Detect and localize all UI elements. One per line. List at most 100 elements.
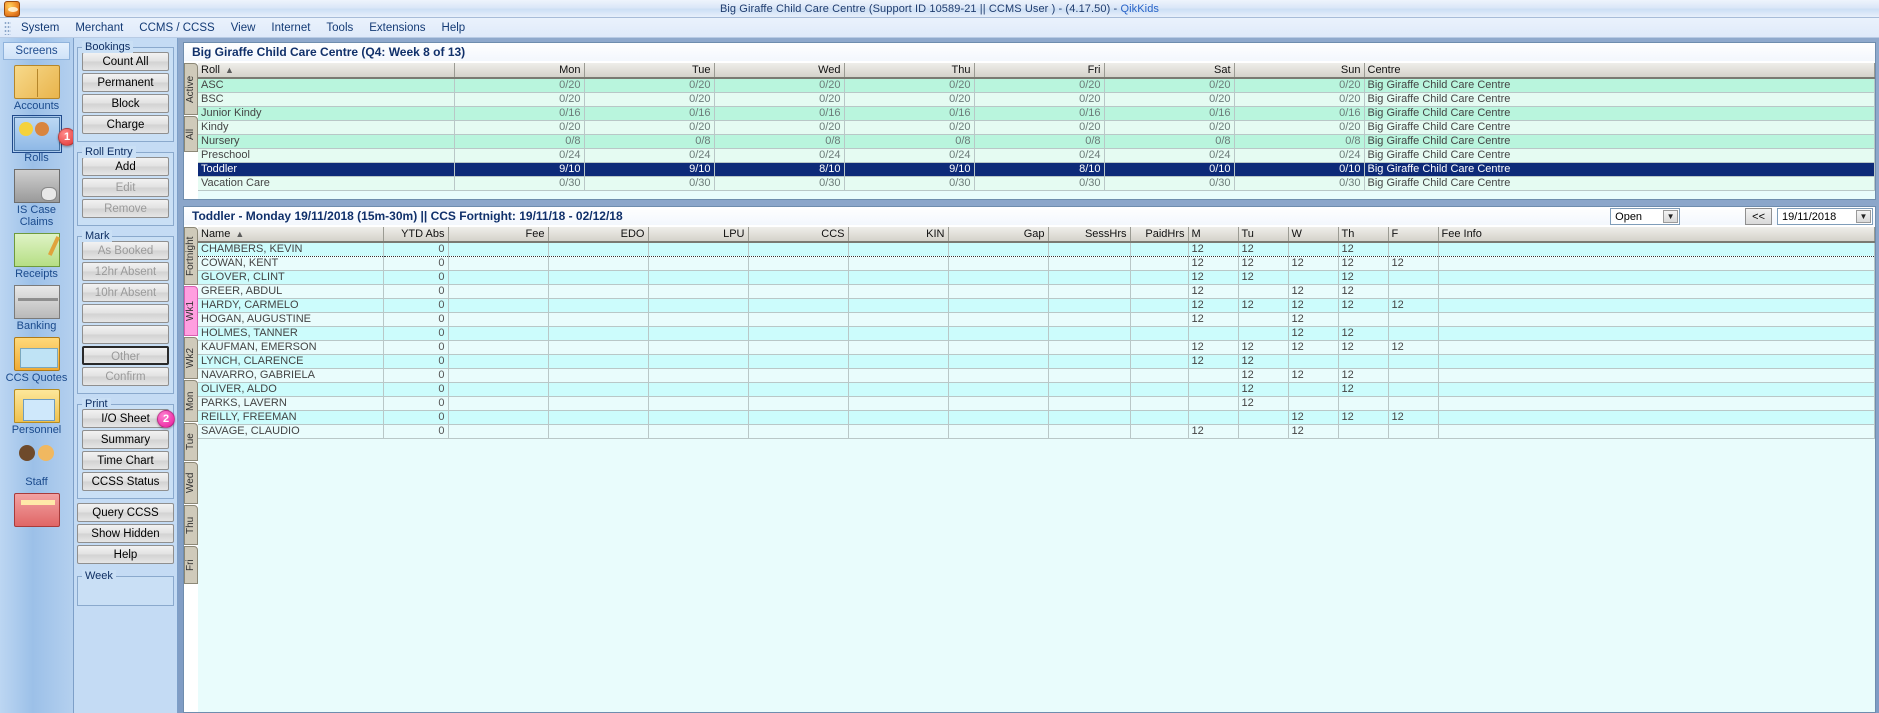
table-row[interactable]: CHAMBERS, KEVIN0121212 bbox=[198, 242, 1875, 256]
col-kin[interactable]: KIN bbox=[848, 227, 948, 242]
menu-item-ccms-ccss[interactable]: CCMS / CCSS bbox=[131, 20, 222, 36]
chevron-down-icon[interactable]: ▼ bbox=[1663, 210, 1678, 223]
col-roll[interactable]: Roll▲ bbox=[198, 63, 454, 78]
io-sheet-button[interactable]: I/O Sheet bbox=[82, 409, 169, 428]
sidebar-item-is-case-claims[interactable]: IS Case Claims bbox=[0, 168, 73, 229]
fee bbox=[448, 326, 548, 340]
ccs bbox=[748, 382, 848, 396]
col-tu[interactable]: Tu bbox=[1238, 227, 1288, 242]
col-sun[interactable]: Sun bbox=[1234, 63, 1364, 78]
roll-mon: 0/30 bbox=[454, 176, 584, 190]
vtab-tue[interactable]: Tue bbox=[184, 423, 198, 461]
charge-button[interactable]: Charge bbox=[82, 115, 169, 134]
col-fri[interactable]: Fri bbox=[974, 63, 1104, 78]
vtab-wed[interactable]: Wed bbox=[184, 462, 198, 504]
table-row[interactable]: SAVAGE, CLAUDIO01212 bbox=[198, 424, 1875, 438]
query-ccss-button[interactable]: Query CCSS bbox=[77, 503, 174, 522]
help-button[interactable]: Help bbox=[77, 545, 174, 564]
vtab-all[interactable]: All bbox=[184, 116, 198, 152]
table-row[interactable]: GLOVER, CLINT0121212 bbox=[198, 270, 1875, 284]
table-row[interactable]: Kindy0/200/200/200/200/200/200/20Big Gir… bbox=[198, 120, 1875, 134]
prev-week-button[interactable]: << bbox=[1745, 208, 1772, 225]
vtab-wk2[interactable]: Wk2 bbox=[184, 337, 198, 379]
table-row[interactable]: COWAN, KENT01212121212 bbox=[198, 256, 1875, 270]
table-row[interactable]: GREER, ABDUL0121212 bbox=[198, 284, 1875, 298]
vtab-fortnight[interactable]: Fortnight bbox=[184, 227, 198, 285]
col-tue[interactable]: Tue bbox=[584, 63, 714, 78]
sidebar-item-ccs-quotes[interactable]: CCS Quotes bbox=[0, 336, 73, 385]
vtab-thu[interactable]: Thu bbox=[184, 505, 198, 545]
roll-tue: 0/20 bbox=[584, 120, 714, 134]
menu-item-help[interactable]: Help bbox=[434, 20, 474, 36]
permanent-button[interactable]: Permanent bbox=[82, 73, 169, 92]
col-m[interactable]: M bbox=[1188, 227, 1238, 242]
col-sat[interactable]: Sat bbox=[1104, 63, 1234, 78]
sidebar-item-rolls[interactable]: Rolls 1 bbox=[0, 116, 73, 165]
col-ytd-abs[interactable]: YTD Abs bbox=[383, 227, 448, 242]
col-name[interactable]: Name▲ bbox=[198, 227, 383, 242]
table-row[interactable]: ASC0/200/200/200/200/200/200/20Big Giraf… bbox=[198, 78, 1875, 92]
col-th[interactable]: Th bbox=[1338, 227, 1388, 242]
date-chevron-down-icon[interactable]: ▼ bbox=[1856, 210, 1871, 223]
sidebar-item-personnel[interactable]: Personnel bbox=[0, 388, 73, 437]
table-row[interactable]: HOLMES, TANNER01212 bbox=[198, 326, 1875, 340]
vtab-mon[interactable]: Mon bbox=[184, 380, 198, 422]
table-row[interactable]: Nursery0/80/80/80/80/80/80/8Big Giraffe … bbox=[198, 134, 1875, 148]
col-mon[interactable]: Mon bbox=[454, 63, 584, 78]
ccss-status-button[interactable]: CCSS Status bbox=[82, 472, 169, 491]
table-row[interactable]: Junior Kindy0/160/160/160/160/160/160/16… bbox=[198, 106, 1875, 120]
col-wed[interactable]: Wed bbox=[714, 63, 844, 78]
status-select[interactable]: Open ▼ bbox=[1610, 208, 1680, 225]
col-w[interactable]: W bbox=[1288, 227, 1338, 242]
col-fee-info[interactable]: Fee Info bbox=[1438, 227, 1875, 242]
date-select[interactable]: 19/11/2018 ▼ bbox=[1777, 208, 1873, 225]
ytd-abs: 0 bbox=[383, 298, 448, 312]
show-hidden-button[interactable]: Show Hidden bbox=[77, 524, 174, 543]
vtab-fri[interactable]: Fri bbox=[184, 546, 198, 584]
sidebar-item-accounts[interactable]: Accounts bbox=[0, 64, 73, 113]
col-gap[interactable]: Gap bbox=[948, 227, 1048, 242]
sidebar-item-staff[interactable]: Staff bbox=[0, 440, 73, 489]
col-sesshrs[interactable]: SessHrs bbox=[1048, 227, 1130, 242]
col-edo[interactable]: EDO bbox=[548, 227, 648, 242]
table-row[interactable]: HOGAN, AUGUSTINE01212 bbox=[198, 312, 1875, 326]
col-thu[interactable]: Thu bbox=[844, 63, 974, 78]
col-f[interactable]: F bbox=[1388, 227, 1438, 242]
table-row[interactable]: BSC0/200/200/200/200/200/200/20Big Giraf… bbox=[198, 92, 1875, 106]
col-fee[interactable]: Fee bbox=[448, 227, 548, 242]
add-button[interactable]: Add bbox=[82, 157, 169, 176]
menu-item-view[interactable]: View bbox=[223, 20, 264, 36]
table-row[interactable]: Preschool0/240/240/240/240/240/240/24Big… bbox=[198, 148, 1875, 162]
col-centre[interactable]: Centre bbox=[1364, 63, 1875, 78]
sidebar-item-banking[interactable]: Banking bbox=[0, 284, 73, 333]
table-row[interactable]: PARKS, LAVERN012 bbox=[198, 396, 1875, 410]
summary-button[interactable]: Summary bbox=[82, 430, 169, 449]
col-lpu[interactable]: LPU bbox=[648, 227, 748, 242]
vtab-wk1[interactable]: Wk1 bbox=[184, 286, 198, 336]
time-chart-button[interactable]: Time Chart bbox=[82, 451, 169, 470]
vtab-active[interactable]: Active bbox=[184, 63, 198, 115]
edo bbox=[548, 382, 648, 396]
menu-item-internet[interactable]: Internet bbox=[263, 20, 318, 36]
sidebar-item-books[interactable] bbox=[0, 492, 73, 528]
menu-item-extensions[interactable]: Extensions bbox=[361, 20, 433, 36]
child-name: NAVARRO, GABRIELA bbox=[198, 368, 383, 382]
table-row[interactable]: REILLY, FREEMAN0121212 bbox=[198, 410, 1875, 424]
table-row[interactable]: HARDY, CARMELO01212121212 bbox=[198, 298, 1875, 312]
block-button[interactable]: Block bbox=[82, 94, 169, 113]
menu-item-merchant[interactable]: Merchant bbox=[67, 20, 131, 36]
menu-item-tools[interactable]: Tools bbox=[318, 20, 361, 36]
count-all-button[interactable]: Count All bbox=[82, 52, 169, 71]
sidebar-item-receipts[interactable]: Receipts bbox=[0, 232, 73, 281]
table-row[interactable]: KAUFMAN, EMERSON01212121212 bbox=[198, 340, 1875, 354]
col-ccs[interactable]: CCS bbox=[748, 227, 848, 242]
fee bbox=[448, 270, 548, 284]
table-row[interactable]: LYNCH, CLARENCE01212 bbox=[198, 354, 1875, 368]
table-row[interactable]: OLIVER, ALDO01212 bbox=[198, 382, 1875, 396]
menu-item-system[interactable]: System bbox=[13, 20, 67, 36]
table-row[interactable]: NAVARRO, GABRIELA0121212 bbox=[198, 368, 1875, 382]
col-paidhrs[interactable]: PaidHrs bbox=[1130, 227, 1188, 242]
table-row[interactable]: Vacation Care0/300/300/300/300/300/300/3… bbox=[198, 176, 1875, 190]
table-row[interactable]: Toddler9/109/108/109/108/100/100/10Big G… bbox=[198, 162, 1875, 176]
edo bbox=[548, 312, 648, 326]
